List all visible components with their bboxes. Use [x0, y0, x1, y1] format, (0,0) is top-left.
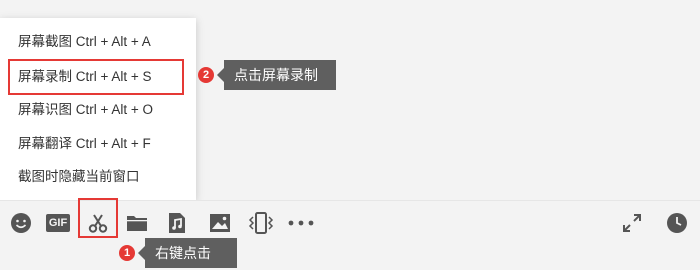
screenshot-context-menu: 屏幕截图 Ctrl + Alt + A 屏幕录制 Ctrl + Alt + S … — [0, 18, 196, 200]
more-icon[interactable] — [286, 207, 316, 239]
menu-item-hide-window[interactable]: 截图时隐藏当前窗口 — [0, 161, 196, 193]
history-clock-icon[interactable] — [662, 207, 692, 239]
folder-icon[interactable] — [122, 207, 152, 239]
image-icon[interactable] — [205, 207, 235, 239]
menu-item-screen-translate[interactable]: 屏幕翻译 Ctrl + Alt + F — [0, 128, 196, 160]
shake-icon[interactable] — [246, 207, 276, 239]
scissors-highlight-frame — [78, 198, 118, 238]
menu-item-screenshot[interactable]: 屏幕截图 Ctrl + Alt + A — [0, 26, 196, 58]
menu-item-screen-record[interactable]: 屏幕录制 Ctrl + Alt + S — [8, 59, 184, 95]
step-1-callout: 右键点击 — [138, 238, 237, 268]
emoji-icon[interactable] — [6, 207, 36, 239]
music-file-icon[interactable] — [162, 207, 192, 239]
gif-label: GIF — [45, 214, 71, 232]
menu-item-screen-recognize[interactable]: 屏幕识图 Ctrl + Alt + O — [0, 94, 196, 126]
gif-icon[interactable]: GIF — [43, 207, 73, 239]
step-2-badge: 2 — [198, 67, 214, 83]
expand-icon[interactable] — [617, 207, 647, 239]
step-2-callout: 点击屏幕录制 — [217, 60, 336, 90]
step-1-badge: 1 — [119, 245, 135, 261]
